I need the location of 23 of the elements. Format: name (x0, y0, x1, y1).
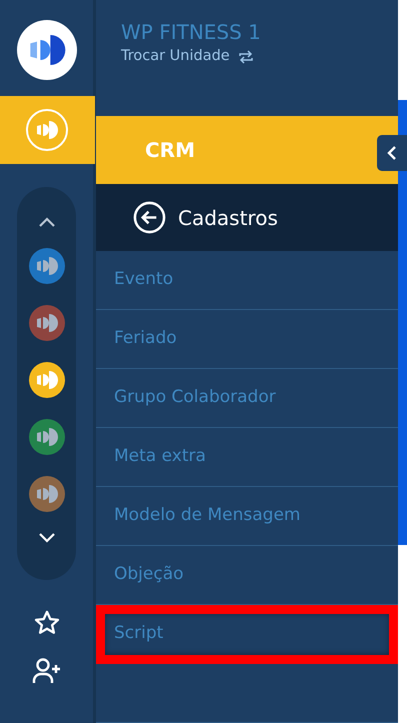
chevron-down-icon[interactable] (38, 533, 56, 543)
chevron-left-icon (387, 145, 397, 161)
unit-name: WP FITNESS 1 (121, 20, 262, 44)
swap-icon[interactable] (238, 48, 254, 65)
unit-button[interactable] (28, 419, 64, 455)
section-title: Cadastros (178, 204, 278, 232)
unit-button[interactable] (28, 305, 64, 341)
star-icon[interactable] (32, 609, 60, 637)
logo-icon (34, 425, 58, 449)
unit-button[interactable] (28, 476, 64, 512)
unit-button[interactable] (28, 248, 64, 284)
module-tab[interactable]: CRM (96, 116, 398, 184)
add-user-icon[interactable] (32, 657, 62, 685)
unit-button[interactable] (28, 362, 64, 398)
logo-icon (34, 254, 58, 278)
switch-unit-link[interactable]: Trocar Unidade (121, 46, 230, 68)
menu-item[interactable]: Script (96, 605, 398, 664)
logo-icon (34, 482, 58, 506)
back-icon[interactable] (133, 201, 166, 234)
collapse-button[interactable] (377, 135, 407, 171)
logo-icon (34, 311, 58, 335)
chevron-up-icon[interactable] (38, 217, 56, 227)
logo-icon (34, 368, 58, 392)
